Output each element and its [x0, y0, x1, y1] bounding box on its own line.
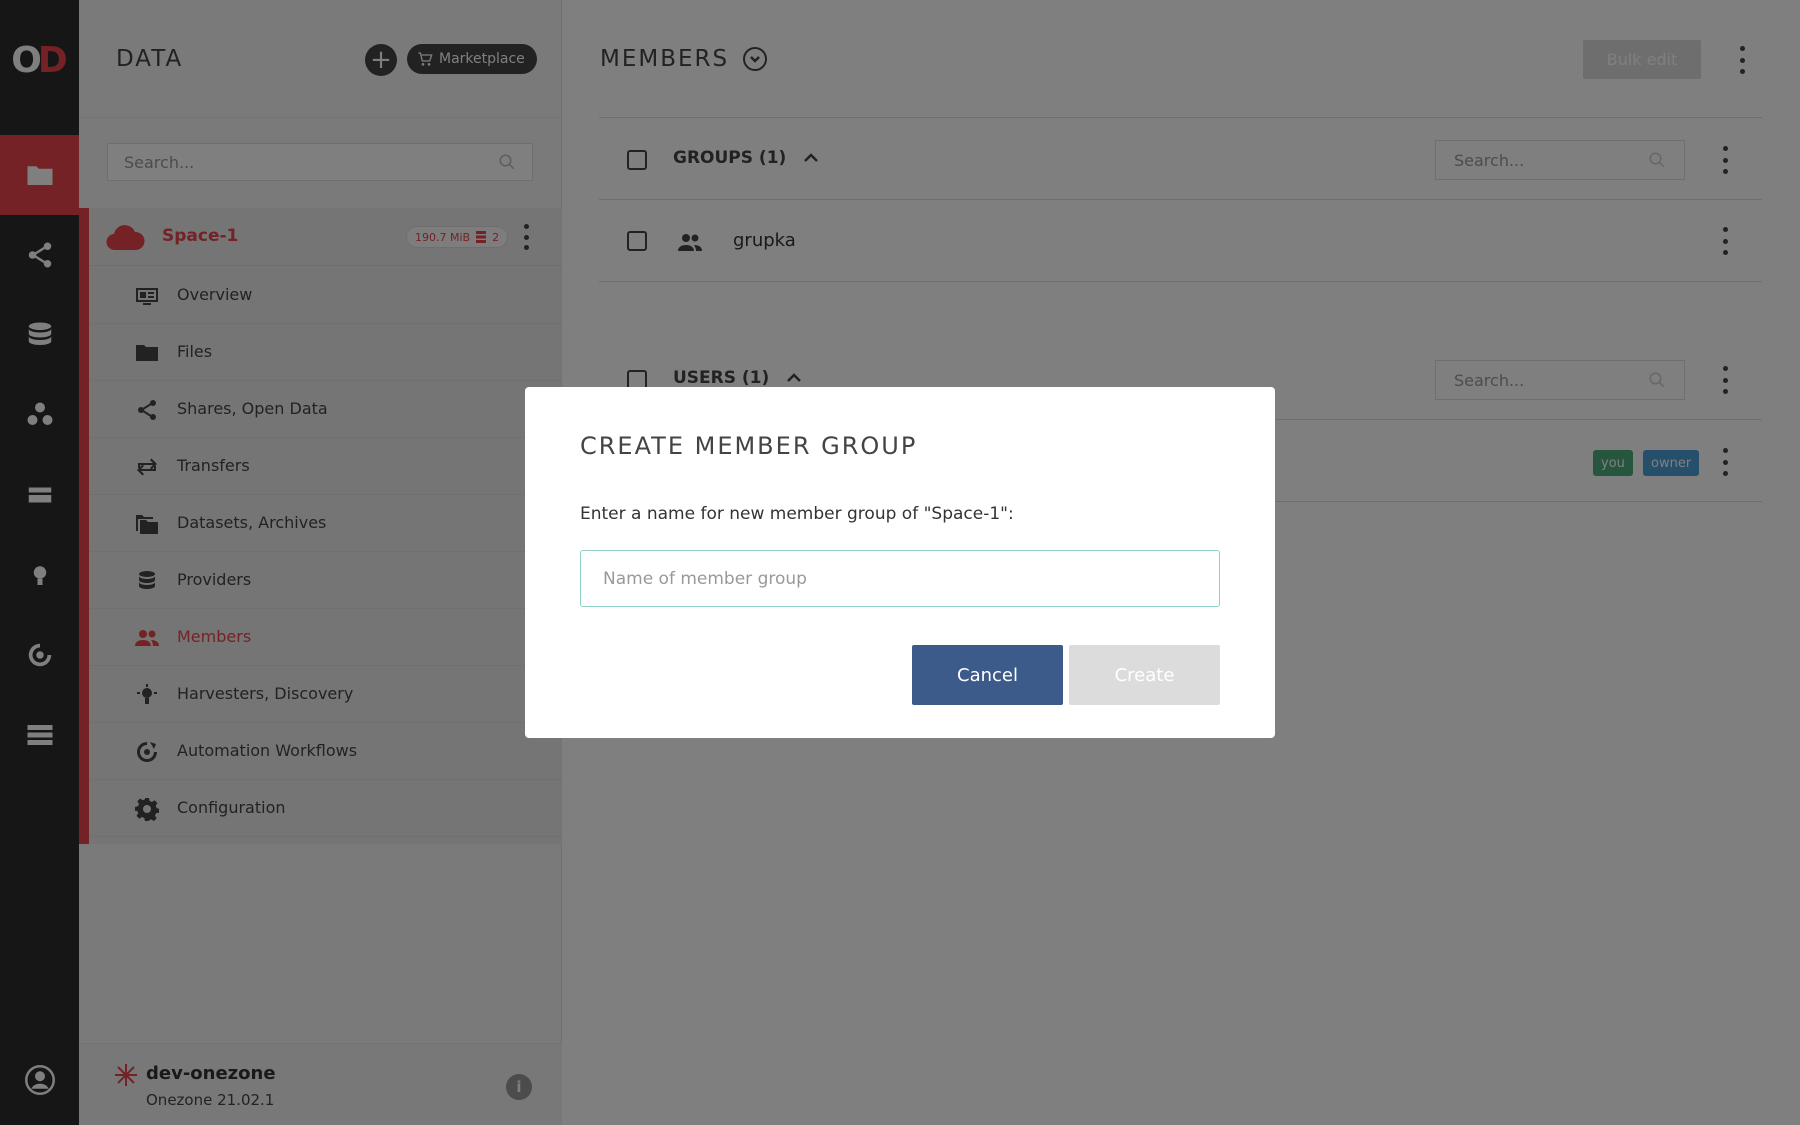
cancel-button[interactable]: Cancel: [912, 645, 1063, 705]
create-button[interactable]: Create: [1069, 645, 1220, 705]
group-name-input[interactable]: Name of member group: [580, 550, 1220, 607]
modal-description: Enter a name for new member group of "Sp…: [580, 504, 1014, 524]
modal-title: CREATE MEMBER GROUP: [580, 432, 918, 460]
create-member-group-modal: CREATE MEMBER GROUP Enter a name for new…: [525, 387, 1275, 738]
group-name-placeholder: Name of member group: [603, 568, 807, 589]
